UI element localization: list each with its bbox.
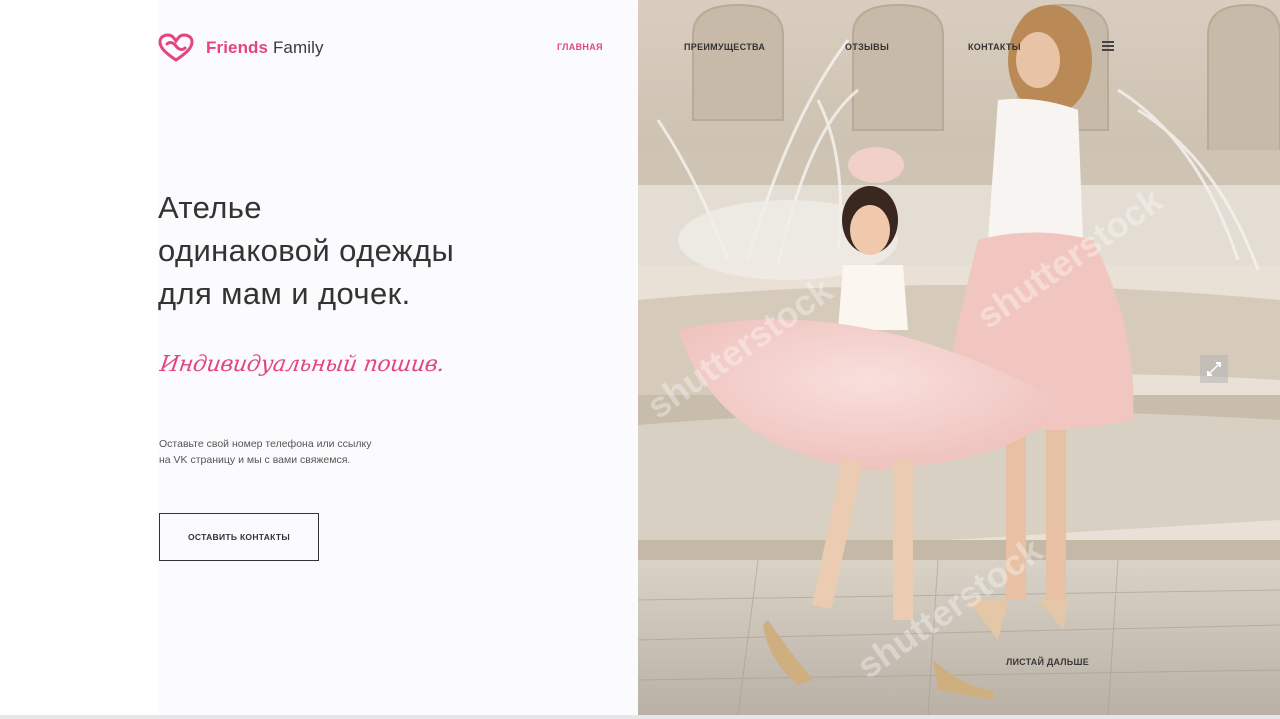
- landing-page: shutterstock shutterstock shutterstock Л…: [0, 0, 1280, 719]
- nav-item-advantages[interactable]: ПРЕИМУЩЕСТВА: [684, 42, 765, 52]
- description-line: на VK страницу и мы с вами свяжемся.: [159, 454, 351, 466]
- hamburger-menu-icon[interactable]: [1102, 41, 1114, 51]
- main-nav: ГЛАВНАЯ ПРЕИМУЩЕСТВА ОТЗЫВЫ КОНТАКТЫ: [0, 42, 1280, 56]
- hero-headline: Ателье одинаковой одежды для мам и дочек…: [158, 186, 598, 315]
- hero-script-tagline: Индивидуальный пошив.: [158, 352, 446, 377]
- nav-item-home[interactable]: ГЛАВНАЯ: [557, 42, 603, 52]
- nav-item-reviews[interactable]: ОТЗЫВЫ: [845, 42, 889, 52]
- nav-item-contacts[interactable]: КОНТАКТЫ: [968, 42, 1021, 52]
- left-margin: [0, 0, 158, 719]
- headline-line: для мам и дочек.: [158, 276, 411, 311]
- bottom-border: [0, 715, 1280, 719]
- hero-description: Оставьте свой номер телефона или ссылку …: [159, 436, 439, 468]
- photo-illustration: shutterstock shutterstock shutterstock: [638, 0, 1280, 715]
- headline-line: Ателье: [158, 190, 262, 225]
- scroll-down-caption[interactable]: ЛИСТАЙ ДАЛЬШЕ: [1006, 657, 1089, 667]
- hero-photo: shutterstock shutterstock shutterstock: [638, 0, 1280, 715]
- headline-line: одинаковой одежды: [158, 233, 455, 268]
- expand-icon[interactable]: [1200, 355, 1228, 383]
- leave-contacts-button[interactable]: ОСТАВИТЬ КОНТАКТЫ: [159, 513, 319, 561]
- description-line: Оставьте свой номер телефона или ссылку: [159, 438, 372, 450]
